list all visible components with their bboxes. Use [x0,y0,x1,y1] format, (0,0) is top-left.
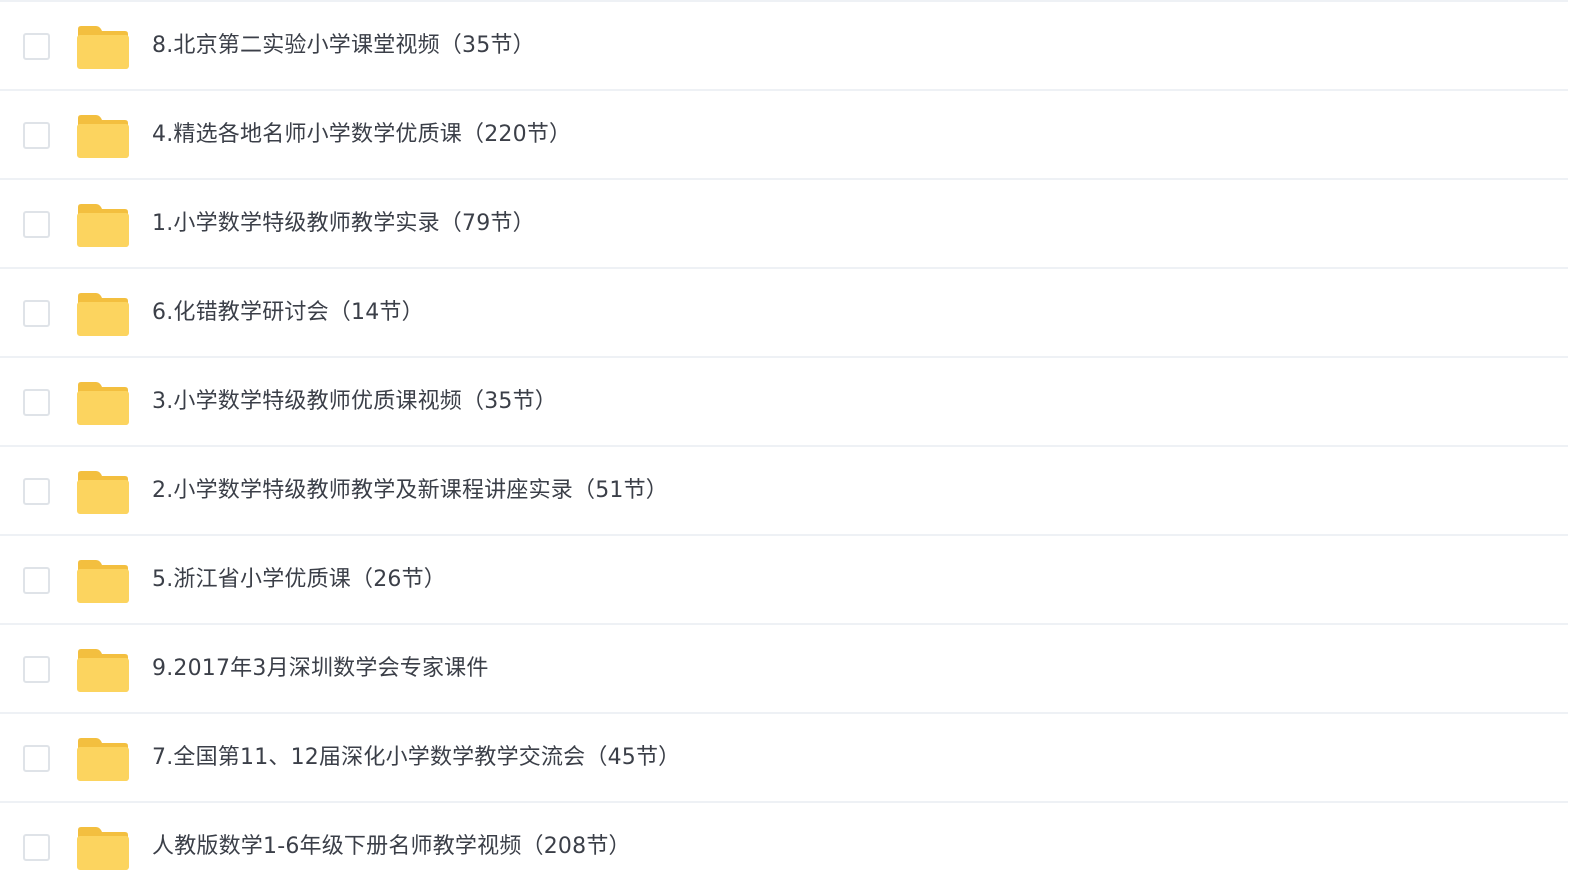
row-checkbox[interactable] [23,211,50,238]
folder-name[interactable]: 1.小学数学特级教师教学实录（79节） [152,209,535,239]
folder-icon [76,381,129,425]
row-checkbox[interactable] [23,656,50,683]
folder-icon [76,292,129,336]
folder-name[interactable]: 9.2017年3月深圳数学会专家课件 [152,654,489,684]
row-checkbox[interactable] [23,745,50,772]
list-item[interactable]: 6.化错教学研讨会（14节） [0,269,1568,358]
folder-icon [76,559,129,603]
folder-icon [76,203,129,247]
folder-icon [76,826,129,870]
list-item[interactable]: 5.浙江省小学优质课（26节） [0,536,1568,625]
list-item[interactable]: 7.全国第11、12届深化小学数学教学交流会（45节） [0,714,1568,803]
folder-icon [76,470,129,514]
row-checkbox[interactable] [23,389,50,416]
row-checkbox[interactable] [23,33,50,60]
list-item[interactable]: 1.小学数学特级教师教学实录（79节） [0,180,1568,269]
list-item[interactable]: 3.小学数学特级教师优质课视频（35节） [0,358,1568,447]
row-checkbox[interactable] [23,478,50,505]
row-checkbox[interactable] [23,567,50,594]
folder-icon [76,648,129,692]
folder-name[interactable]: 7.全国第11、12届深化小学数学教学交流会（45节） [152,743,680,773]
folder-name[interactable]: 5.浙江省小学优质课（26节） [152,565,446,595]
list-item[interactable]: 2.小学数学特级教师教学及新课程讲座实录（51节） [0,447,1568,536]
folder-name[interactable]: 8.北京第二实验小学课堂视频（35节） [152,31,535,61]
list-item[interactable]: 8.北京第二实验小学课堂视频（35节） [0,2,1568,91]
folder-name[interactable]: 3.小学数学特级教师优质课视频（35节） [152,387,557,417]
row-checkbox[interactable] [23,122,50,149]
folder-name[interactable]: 4.精选各地名师小学数学优质课（220节） [152,120,571,150]
folder-icon [76,114,129,158]
folder-icon [76,25,129,69]
row-checkbox[interactable] [23,300,50,327]
folder-name[interactable]: 6.化错教学研讨会（14节） [152,298,424,328]
folder-icon [76,737,129,781]
folder-name[interactable]: 2.小学数学特级教师教学及新课程讲座实录（51节） [152,476,668,506]
list-item[interactable]: 9.2017年3月深圳数学会专家课件 [0,625,1568,714]
list-item[interactable]: 人教版数学1-6年级下册名师教学视频（208节） [0,803,1568,892]
list-item[interactable]: 4.精选各地名师小学数学优质课（220节） [0,91,1568,180]
folder-name[interactable]: 人教版数学1-6年级下册名师教学视频（208节） [152,832,631,862]
row-checkbox[interactable] [23,834,50,861]
